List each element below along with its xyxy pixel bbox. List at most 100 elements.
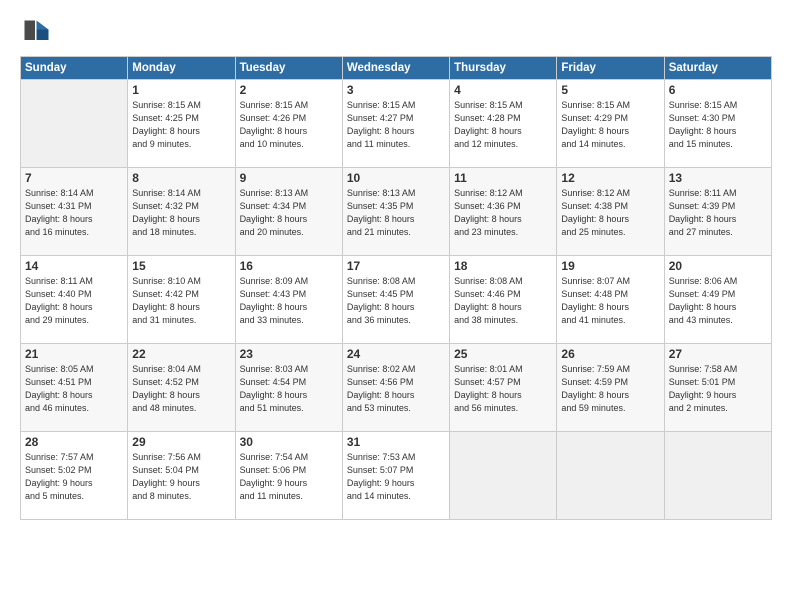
calendar-week-1: 1 Sunrise: 8:15 AM Sunset: 4:25 PM Daylig… — [21, 80, 772, 168]
day-number: 11 — [454, 171, 552, 185]
day-number: 24 — [347, 347, 445, 361]
calendar-cell: 28 Sunrise: 7:57 AM Sunset: 5:02 PM Dayli… — [21, 432, 128, 520]
header — [20, 16, 772, 46]
day-number: 12 — [561, 171, 659, 185]
day-number: 23 — [240, 347, 338, 361]
calendar-cell: 8 Sunrise: 8:14 AM Sunset: 4:32 PM Daylig… — [128, 168, 235, 256]
day-number: 28 — [25, 435, 123, 449]
calendar-cell — [557, 432, 664, 520]
day-info: Sunrise: 8:07 AM Sunset: 4:48 PM Dayligh… — [561, 275, 659, 327]
day-number: 19 — [561, 259, 659, 273]
day-info: Sunrise: 8:02 AM Sunset: 4:56 PM Dayligh… — [347, 363, 445, 415]
day-number: 27 — [669, 347, 767, 361]
day-info: Sunrise: 8:08 AM Sunset: 4:45 PM Dayligh… — [347, 275, 445, 327]
calendar-week-3: 14Sunrise: 8:11 AM Sunset: 4:40 PM Dayli… — [21, 256, 772, 344]
calendar-cell: 11 Sunrise: 8:12 AM Sunset: 4:36 PM Dayli… — [450, 168, 557, 256]
calendar-cell: 20 Sunrise: 8:06 AM Sunset: 4:49 PM Dayli… — [664, 256, 771, 344]
day-info: Sunrise: 8:15 AM Sunset: 4:30 PM Dayligh… — [669, 99, 767, 151]
calendar-cell: 9 Sunrise: 8:13 AM Sunset: 4:34 PM Daylig… — [235, 168, 342, 256]
day-number: 5 — [561, 83, 659, 97]
day-number: 18 — [454, 259, 552, 273]
day-number: 25 — [454, 347, 552, 361]
calendar-cell: 25 Sunrise: 8:01 AM Sunset: 4:57 PM Dayli… — [450, 344, 557, 432]
calendar-cell: 26 Sunrise: 7:59 AM Sunset: 4:59 PM Dayli… — [557, 344, 664, 432]
calendar-week-5: 28 Sunrise: 7:57 AM Sunset: 5:02 PM Dayli… — [21, 432, 772, 520]
calendar-cell: 22 Sunrise: 8:04 AM Sunset: 4:52 PM Dayli… — [128, 344, 235, 432]
day-number: 22 — [132, 347, 230, 361]
calendar-cell: 23 Sunrise: 8:03 AM Sunset: 4:54 PM Dayli… — [235, 344, 342, 432]
day-info: Sunrise: 8:12 AM Sunset: 4:38 PM Dayligh… — [561, 187, 659, 239]
calendar-cell: 19 Sunrise: 8:07 AM Sunset: 4:48 PM Dayli… — [557, 256, 664, 344]
day-info: Sunrise: 8:15 AM Sunset: 4:28 PM Dayligh… — [454, 99, 552, 151]
calendar-cell: 16 Sunrise: 8:09 AM Sunset: 4:43 PM Dayli… — [235, 256, 342, 344]
day-number: 1 — [132, 83, 230, 97]
calendar-cell: 3Sunrise: 8:15 AM Sunset: 4:27 PM Daylig… — [342, 80, 449, 168]
calendar-header-row: SundayMondayTuesdayWednesdayThursdayFrid… — [21, 57, 772, 80]
day-info: Sunrise: 8:09 AM Sunset: 4:43 PM Dayligh… — [240, 275, 338, 327]
calendar-cell: 31Sunrise: 7:53 AM Sunset: 5:07 PM Dayli… — [342, 432, 449, 520]
day-info: Sunrise: 8:15 AM Sunset: 4:25 PM Dayligh… — [132, 99, 230, 151]
calendar-cell — [450, 432, 557, 520]
calendar-cell: 10 Sunrise: 8:13 AM Sunset: 4:35 PM Dayli… — [342, 168, 449, 256]
day-number: 3 — [347, 83, 445, 97]
calendar-cell: 17 Sunrise: 8:08 AM Sunset: 4:45 PM Dayli… — [342, 256, 449, 344]
calendar-cell: 12 Sunrise: 8:12 AM Sunset: 4:38 PM Dayli… — [557, 168, 664, 256]
day-number: 14 — [25, 259, 123, 273]
day-info: Sunrise: 8:08 AM Sunset: 4:46 PM Dayligh… — [454, 275, 552, 327]
day-number: 16 — [240, 259, 338, 273]
day-info: Sunrise: 8:13 AM Sunset: 4:34 PM Dayligh… — [240, 187, 338, 239]
calendar-week-4: 21 Sunrise: 8:05 AM Sunset: 4:51 PM Dayli… — [21, 344, 772, 432]
day-number: 8 — [132, 171, 230, 185]
day-info: Sunrise: 8:13 AM Sunset: 4:35 PM Dayligh… — [347, 187, 445, 239]
calendar: SundayMondayTuesdayWednesdayThursdayFrid… — [20, 56, 772, 520]
day-number: 4 — [454, 83, 552, 97]
day-number: 9 — [240, 171, 338, 185]
calendar-cell: 24 Sunrise: 8:02 AM Sunset: 4:56 PM Dayli… — [342, 344, 449, 432]
day-info: Sunrise: 8:14 AM Sunset: 4:32 PM Dayligh… — [132, 187, 230, 239]
day-info: Sunrise: 8:01 AM Sunset: 4:57 PM Dayligh… — [454, 363, 552, 415]
weekday-header-friday: Friday — [557, 57, 664, 80]
calendar-cell — [21, 80, 128, 168]
weekday-header-saturday: Saturday — [664, 57, 771, 80]
day-info: Sunrise: 8:15 AM Sunset: 4:26 PM Dayligh… — [240, 99, 338, 151]
calendar-cell: 21 Sunrise: 8:05 AM Sunset: 4:51 PM Dayli… — [21, 344, 128, 432]
calendar-cell: 15Sunrise: 8:10 AM Sunset: 4:42 PM Dayli… — [128, 256, 235, 344]
day-info: Sunrise: 7:54 AM Sunset: 5:06 PM Dayligh… — [240, 451, 338, 503]
day-info: Sunrise: 8:05 AM Sunset: 4:51 PM Dayligh… — [25, 363, 123, 415]
day-info: Sunrise: 8:04 AM Sunset: 4:52 PM Dayligh… — [132, 363, 230, 415]
day-number: 6 — [669, 83, 767, 97]
day-number: 20 — [669, 259, 767, 273]
calendar-cell: 14Sunrise: 8:11 AM Sunset: 4:40 PM Dayli… — [21, 256, 128, 344]
day-number: 21 — [25, 347, 123, 361]
calendar-cell: 30 Sunrise: 7:54 AM Sunset: 5:06 PM Dayli… — [235, 432, 342, 520]
day-number: 10 — [347, 171, 445, 185]
day-number: 26 — [561, 347, 659, 361]
day-number: 17 — [347, 259, 445, 273]
page: SundayMondayTuesdayWednesdayThursdayFrid… — [0, 0, 792, 612]
day-info: Sunrise: 8:15 AM Sunset: 4:29 PM Dayligh… — [561, 99, 659, 151]
day-info: Sunrise: 8:06 AM Sunset: 4:49 PM Dayligh… — [669, 275, 767, 327]
calendar-cell: 6 Sunrise: 8:15 AM Sunset: 4:30 PM Daylig… — [664, 80, 771, 168]
day-number: 13 — [669, 171, 767, 185]
day-number: 29 — [132, 435, 230, 449]
calendar-cell: 27Sunrise: 7:58 AM Sunset: 5:01 PM Dayli… — [664, 344, 771, 432]
calendar-cell: 1 Sunrise: 8:15 AM Sunset: 4:25 PM Daylig… — [128, 80, 235, 168]
calendar-week-2: 7Sunrise: 8:14 AM Sunset: 4:31 PM Daylig… — [21, 168, 772, 256]
day-info: Sunrise: 8:11 AM Sunset: 4:39 PM Dayligh… — [669, 187, 767, 239]
calendar-cell: 18 Sunrise: 8:08 AM Sunset: 4:46 PM Dayli… — [450, 256, 557, 344]
weekday-header-wednesday: Wednesday — [342, 57, 449, 80]
day-info: Sunrise: 7:56 AM Sunset: 5:04 PM Dayligh… — [132, 451, 230, 503]
day-number: 7 — [25, 171, 123, 185]
calendar-cell: 13 Sunrise: 8:11 AM Sunset: 4:39 PM Dayli… — [664, 168, 771, 256]
day-number: 2 — [240, 83, 338, 97]
day-info: Sunrise: 8:03 AM Sunset: 4:54 PM Dayligh… — [240, 363, 338, 415]
day-number: 30 — [240, 435, 338, 449]
day-info: Sunrise: 8:12 AM Sunset: 4:36 PM Dayligh… — [454, 187, 552, 239]
logo — [20, 16, 52, 46]
day-info: Sunrise: 7:59 AM Sunset: 4:59 PM Dayligh… — [561, 363, 659, 415]
calendar-cell: 4 Sunrise: 8:15 AM Sunset: 4:28 PM Daylig… — [450, 80, 557, 168]
calendar-cell: 2 Sunrise: 8:15 AM Sunset: 4:26 PM Daylig… — [235, 80, 342, 168]
calendar-cell: 5 Sunrise: 8:15 AM Sunset: 4:29 PM Daylig… — [557, 80, 664, 168]
logo-icon — [20, 16, 50, 46]
day-info: Sunrise: 7:57 AM Sunset: 5:02 PM Dayligh… — [25, 451, 123, 503]
